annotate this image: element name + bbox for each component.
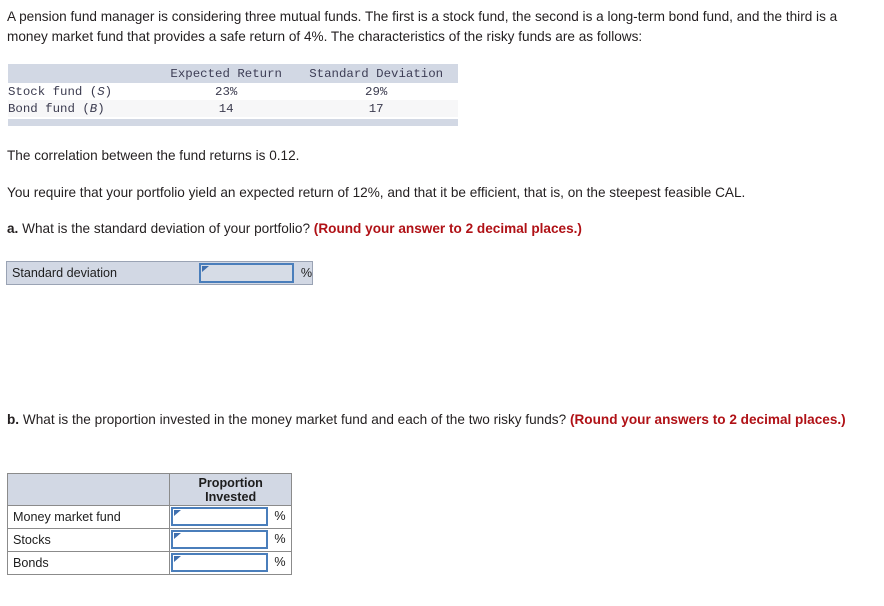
question-b-marker: b. (7, 412, 20, 427)
proportion-header-label: Proportion Invested (169, 473, 292, 506)
column-header-blank (8, 64, 158, 83)
standard-deviation-unit: % (300, 266, 313, 280)
row-label-stock-fund: Stock fund (S) (8, 83, 158, 100)
proportion-invested-table: Proportion Invested Money market fund % … (6, 473, 292, 575)
row-label-stocks: Stocks (6, 528, 171, 552)
column-header-expected-return: Expected Return (158, 64, 295, 83)
table-row: Bond fund (B) 14 17 (8, 100, 458, 117)
cell-flag-icon (174, 533, 182, 539)
stocks-unit: % (274, 532, 286, 546)
correlation-text: The correlation between the fund returns… (7, 148, 300, 163)
row-label-text-end: ) (104, 84, 113, 99)
row-label-bond-fund: Bond fund (B) (8, 100, 158, 117)
table-row: Stocks % (6, 528, 292, 552)
proportion-header-row: Proportion Invested (6, 473, 292, 506)
cell-flag-icon (174, 510, 182, 516)
row-symbol: S (97, 84, 105, 99)
column-header-standard-deviation: Standard Deviation (294, 64, 458, 83)
cell-expected-return-stock: 23% (158, 83, 295, 100)
worksheet-page: A pension fund manager is considering th… (0, 0, 884, 606)
cell-std-dev-stock: 29% (294, 83, 458, 100)
question-a-text: What is the standard deviation of your p… (18, 221, 314, 236)
cell-std-dev-bond: 17 (294, 100, 458, 117)
fund-characteristics-table: Expected Return Standard Deviation Stock… (8, 64, 458, 117)
question-b-text: What is the proportion invested in the m… (19, 412, 570, 427)
requirement-text: You require that your portfolio yield an… (7, 185, 746, 200)
cell-flag-icon (202, 266, 209, 272)
input-cell-stocks: % (169, 528, 292, 552)
row-label-text: Stock fund ( (8, 84, 98, 99)
row-label-text: Bond fund ( (8, 101, 90, 116)
cell-flag-icon (174, 556, 182, 562)
input-cell-bonds: % (169, 551, 292, 575)
standard-deviation-label: Standard deviation (12, 266, 118, 280)
bonds-input[interactable] (171, 553, 269, 572)
question-a-marker: a. (7, 221, 19, 236)
proportion-header-line2: Invested (205, 489, 257, 504)
table-header-row: Expected Return Standard Deviation (8, 64, 458, 83)
table-row: Stock fund (S) 23% 29% (8, 83, 458, 100)
bonds-unit: % (274, 555, 286, 569)
proportion-header-blank (6, 473, 171, 506)
proportion-header-line1: Proportion (198, 475, 263, 490)
question-b: b. What is the proportion invested in th… (7, 410, 879, 430)
question-a-instruction: (Round your answer to 2 decimal places.) (313, 221, 582, 236)
money-market-fund-unit: % (274, 509, 286, 523)
stocks-input[interactable] (171, 530, 269, 549)
standard-deviation-input[interactable] (199, 263, 294, 283)
money-market-fund-input[interactable] (171, 507, 269, 526)
question-a: a. What is the standard deviation of you… (7, 219, 879, 239)
intro-paragraph: A pension fund manager is considering th… (7, 9, 838, 44)
cell-expected-return-bond: 14 (158, 100, 295, 117)
table-row: Bonds % (6, 551, 292, 575)
row-label-bonds: Bonds (6, 551, 171, 575)
answer-row-standard-deviation: Standard deviation % (6, 261, 313, 285)
table-footer-bar (8, 119, 458, 126)
row-label-money-market-fund: Money market fund (6, 505, 171, 529)
table-row: Money market fund % (6, 505, 292, 529)
row-label-text-end: ) (97, 101, 105, 116)
question-b-instruction: (Round your answers to 2 decimal places.… (569, 412, 846, 427)
input-cell-money-market-fund: % (169, 505, 292, 529)
